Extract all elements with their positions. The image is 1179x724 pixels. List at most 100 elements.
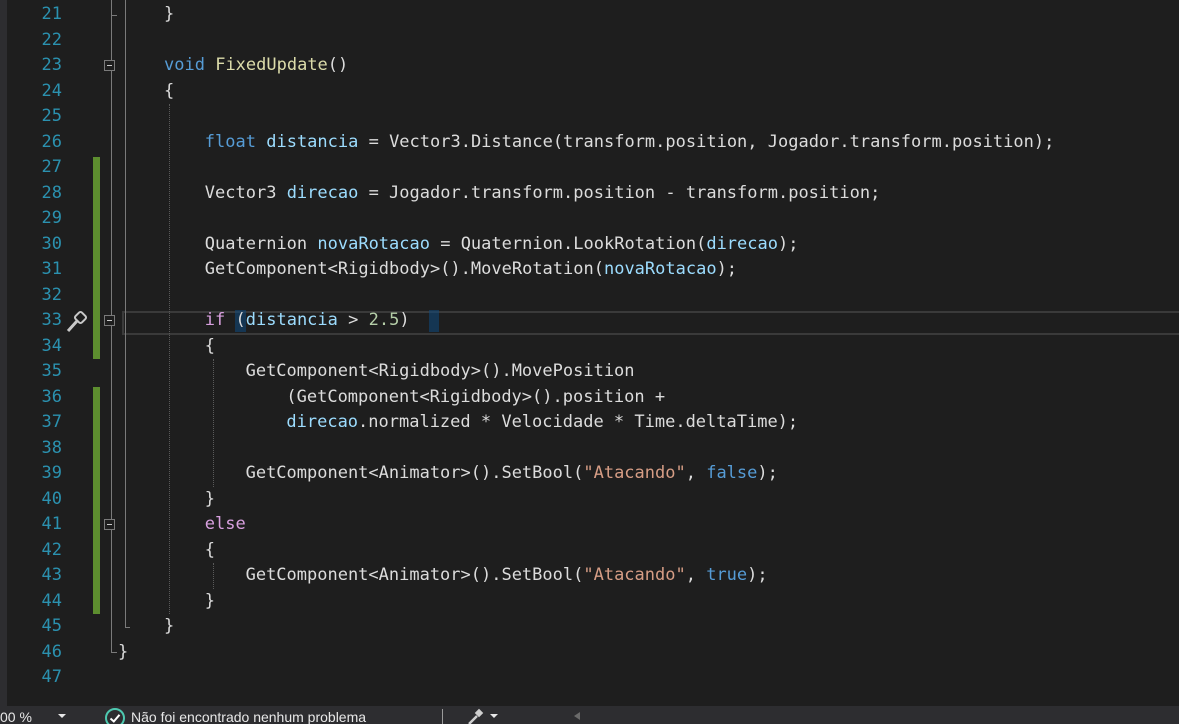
code-token: true	[706, 565, 748, 585]
code-token: direcao	[286, 412, 359, 432]
code-line[interactable]: GetComponent<Rigidbody>().MovePosition	[246, 359, 635, 385]
code-token: direcao	[286, 182, 359, 203]
change-marker	[93, 157, 100, 359]
code-token: ,	[685, 565, 707, 585]
line-number: 33	[41, 310, 62, 330]
status-message[interactable]: Não foi encontrado nenhum problema	[131, 706, 366, 724]
code-line[interactable]: {	[164, 79, 174, 105]
code-line[interactable]: GetComponent<Rigidbody>().MoveRotation(n…	[205, 257, 737, 283]
code-line[interactable]: float distancia = Vector3.Distance(trans…	[205, 130, 1055, 156]
statusbar-separator	[442, 709, 443, 724]
line-number: 37	[41, 412, 62, 432]
outline-line	[125, 0, 126, 627]
line-number: 22	[41, 29, 62, 50]
code-line[interactable]: GetComponent<Animator>().SetBool("Atacan…	[246, 461, 778, 487]
outline-line	[125, 626, 130, 628]
line-number: 41	[41, 514, 62, 534]
code-line[interactable]: {	[205, 334, 215, 360]
editor-left-margin	[0, 0, 7, 706]
code-line[interactable]: (GetComponent<Rigidbody>().position +	[286, 385, 665, 411]
line-number: 43	[41, 565, 62, 585]
code-line[interactable]: if (distancia > 2.5)	[205, 308, 410, 334]
code-token: );	[777, 233, 799, 254]
outline-line	[111, 14, 117, 16]
code-line[interactable]: }	[164, 2, 174, 28]
outline-line	[111, 0, 112, 653]
code-token: "Atacando"	[583, 565, 686, 585]
code-token: (	[225, 310, 246, 330]
line-number: 21	[41, 4, 62, 24]
indent-guide	[213, 563, 214, 589]
code-token: );	[716, 259, 738, 279]
code-token: if	[204, 310, 226, 330]
code-token: ()	[327, 55, 349, 75]
line-number: 44	[41, 590, 62, 611]
code-line[interactable]: }	[164, 614, 174, 640]
collapse-toggle-icon[interactable]	[104, 315, 115, 326]
code-cleanup-icon[interactable]	[466, 708, 484, 724]
code-line[interactable]: GetComponent<Animator>().SetBool("Atacan…	[246, 563, 768, 589]
line-number: 29	[41, 208, 62, 228]
code-token: "Atacando"	[583, 463, 686, 483]
code-token: }	[204, 590, 216, 611]
code-token: novaRotacao	[317, 233, 430, 254]
code-token: Vector3	[204, 182, 287, 203]
line-number: 47	[41, 667, 62, 687]
code-token: void	[164, 55, 205, 75]
line-number: 25	[41, 106, 62, 126]
collapse-toggle-icon[interactable]	[104, 519, 115, 530]
line-number: 26	[41, 131, 62, 152]
code-line[interactable]: }	[205, 589, 215, 615]
code-line[interactable]: {	[205, 538, 215, 564]
zoom-dropdown-icon[interactable]	[56, 706, 68, 724]
code-token: {	[204, 335, 216, 356]
code-token: else	[204, 514, 246, 534]
line-number: 35	[41, 361, 62, 381]
line-number: 31	[41, 259, 62, 279]
code-token: )	[399, 310, 410, 330]
code-token: = Quaternion.LookRotation(	[429, 233, 707, 254]
line-number: 40	[41, 488, 62, 509]
code-token: );	[757, 463, 778, 483]
code-token: distancia	[245, 310, 338, 330]
line-number: 36	[41, 386, 62, 407]
code-token: GetComponent<Animator>().SetBool(	[245, 565, 584, 585]
code-token: float	[204, 131, 256, 152]
outline-line	[111, 652, 117, 654]
code-line[interactable]: Quaternion novaRotacao = Quaternion.Look…	[205, 232, 799, 258]
line-number: 42	[41, 539, 62, 560]
cleanup-dropdown-icon[interactable]	[488, 706, 500, 724]
line-number: 28	[41, 182, 62, 203]
line-number: 46	[41, 641, 62, 662]
statusbar-navigation-arrow-icon[interactable]	[570, 706, 584, 724]
check-circle-icon[interactable]	[105, 708, 125, 724]
code-token: direcao	[706, 233, 778, 254]
code-token: (GetComponent<Rigidbody>().position +	[286, 386, 666, 407]
code-line[interactable]: else	[205, 512, 246, 538]
line-number: 39	[41, 463, 62, 483]
code-token: }	[204, 488, 216, 509]
code-token: = Jogador.transform.position - transform…	[358, 182, 881, 203]
code-line[interactable]: }	[205, 487, 215, 513]
matching-paren-close	[429, 310, 440, 332]
code-line[interactable]: }	[118, 640, 128, 666]
line-number: 24	[41, 80, 62, 101]
code-editor[interactable]: 21 22 23 24 25 26 27 28 29 30 31 32 33 34 35 36 37 38 39 40…	[0, 0, 1179, 706]
code-line[interactable]: void FixedUpdate()	[164, 53, 348, 79]
collapse-toggle-icon[interactable]	[104, 60, 115, 71]
code-token: );	[747, 565, 768, 585]
change-marker	[93, 386, 100, 614]
line-number: 32	[41, 284, 62, 305]
line-number: 27	[41, 157, 62, 177]
code-line[interactable]: direcao.normalized * Velocidade * Time.d…	[286, 410, 798, 436]
code-line[interactable]: Vector3 direcao = Jogador.transform.posi…	[205, 181, 881, 207]
code-token: .normalized * Velocidade * Time.deltaTim…	[358, 412, 799, 432]
zoom-level[interactable]: 00 %	[0, 706, 32, 724]
screwdriver-brush-icon[interactable]	[63, 309, 89, 335]
code-token: }	[164, 616, 175, 636]
code-token: {	[164, 80, 175, 101]
code-token: FixedUpdate	[215, 55, 328, 75]
status-bar: 00 % Não foi encontrado nenhum problema	[0, 706, 1179, 724]
code-token: GetComponent<Animator>().SetBool(	[245, 463, 584, 483]
indent-guide	[213, 359, 214, 487]
